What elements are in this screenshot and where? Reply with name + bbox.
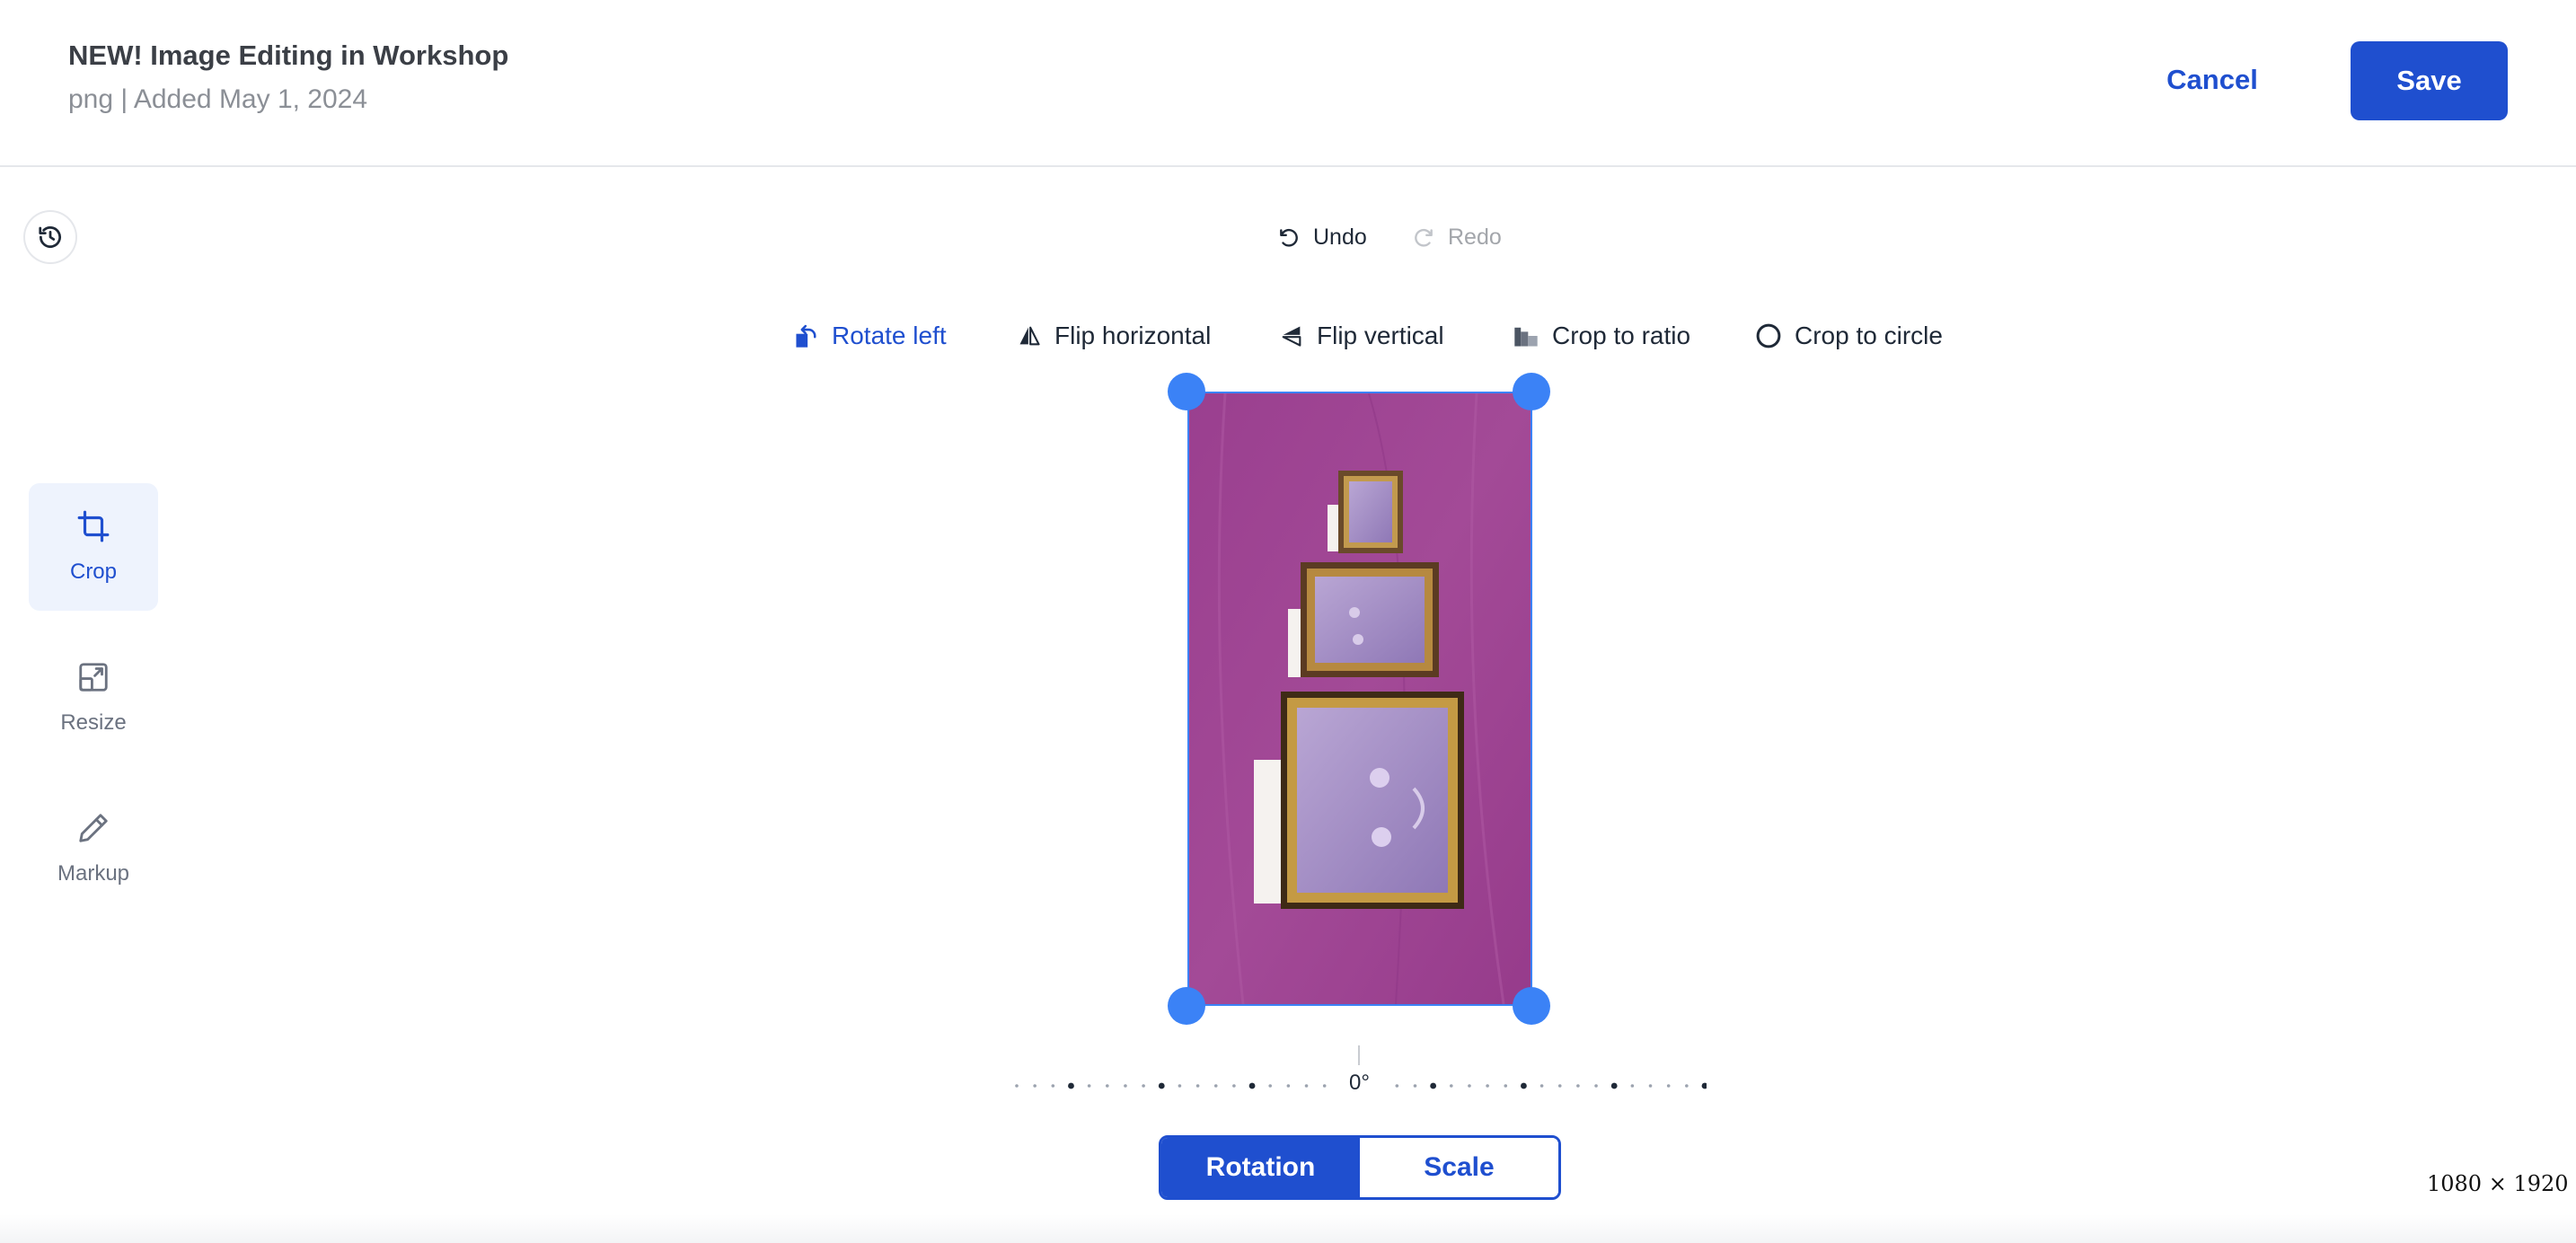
crop-handle-bottom-right[interactable] xyxy=(1513,987,1550,1025)
crop-handle-top-right[interactable] xyxy=(1513,373,1550,410)
sidebar-item-label: Markup xyxy=(57,861,130,886)
dial-dot xyxy=(1015,1084,1019,1088)
redo-icon xyxy=(1415,229,1433,247)
redo-button[interactable]: Redo xyxy=(1412,217,1502,257)
dial-dot xyxy=(1666,1084,1671,1088)
crop-to-ratio-button[interactable]: Crop to ratio xyxy=(1513,314,1690,357)
crop-to-circle-label: Crop to circle xyxy=(1795,322,1943,349)
dial-dot xyxy=(1322,1084,1327,1088)
page-title: NEW! Image Editing in Workshop xyxy=(68,40,509,71)
rotation-tab[interactable]: Rotation xyxy=(1161,1138,1360,1197)
dial-dot xyxy=(1105,1084,1109,1088)
file-meta: png | Added May 1, 2024 xyxy=(68,84,368,114)
dial-dot xyxy=(1395,1084,1399,1088)
redo-label: Redo xyxy=(1448,224,1502,250)
dial-dot xyxy=(1610,1082,1618,1089)
crop-ratio-icon xyxy=(1514,327,1538,347)
dial-dot xyxy=(1051,1084,1055,1088)
rotate-left-button[interactable]: Rotate left xyxy=(794,314,947,357)
dial-dot xyxy=(1068,1082,1074,1089)
resize-icon xyxy=(79,663,108,692)
dial-dot xyxy=(1158,1082,1165,1089)
undo-label: Undo xyxy=(1313,224,1367,250)
cancel-button[interactable]: Cancel xyxy=(2138,41,2287,119)
flip-horizontal-label: Flip horizontal xyxy=(1054,322,1212,349)
sidebar-item-label: Crop xyxy=(69,560,118,584)
dial-dot xyxy=(1195,1084,1200,1088)
history-button[interactable] xyxy=(25,212,75,262)
dial-dot xyxy=(1232,1084,1236,1088)
cat-frames-image xyxy=(1189,393,1531,1004)
dial-dot xyxy=(1413,1084,1417,1088)
flip-vertical-button[interactable]: Flip vertical xyxy=(1279,314,1444,357)
dial-dot xyxy=(1304,1084,1309,1088)
bottom-edge xyxy=(0,1214,2576,1243)
crop-handle-bottom-left[interactable] xyxy=(1168,987,1205,1025)
dial-dot xyxy=(1286,1084,1291,1088)
history-icon xyxy=(39,226,61,248)
transform-toolbar: Rotate left Flip horizontal Flip vertica… xyxy=(0,314,2576,357)
dial-dot xyxy=(1142,1084,1145,1088)
dial-dot xyxy=(1701,1082,1707,1089)
dial-dot xyxy=(1268,1084,1273,1088)
image-dimensions: 1080 × 1920 xyxy=(2427,1171,2569,1196)
dial-dot xyxy=(1449,1084,1453,1088)
pencil-icon xyxy=(79,814,108,842)
flip-vertical-icon xyxy=(1282,326,1301,347)
dial-dot xyxy=(1033,1084,1037,1088)
rotation-value: 0° xyxy=(1345,1071,1373,1096)
undo-icon xyxy=(1280,229,1298,247)
crop-to-circle-button[interactable]: Crop to circle xyxy=(1755,314,1943,357)
dial-dot xyxy=(1685,1084,1689,1088)
flip-horizontal-icon xyxy=(1019,326,1040,346)
dial-dot xyxy=(1124,1084,1127,1088)
dial-dot xyxy=(1521,1082,1527,1089)
crop-to-ratio-label: Crop to ratio xyxy=(1552,322,1691,349)
dial-dot xyxy=(1178,1084,1182,1088)
sidebar-item-crop[interactable]: Crop xyxy=(29,483,158,611)
crop-circle-icon xyxy=(1756,323,1781,348)
undo-button[interactable]: Undo xyxy=(1277,217,1367,257)
rotate-left-label: Rotate left xyxy=(832,322,947,349)
crop-handle-top-left[interactable] xyxy=(1168,373,1205,410)
mode-segmented-control: Rotation Scale xyxy=(1159,1135,1561,1200)
dial-dot xyxy=(1430,1082,1437,1089)
dial-dot xyxy=(1213,1084,1218,1088)
dial-dot xyxy=(1576,1084,1580,1088)
dial-center-marker xyxy=(1358,1045,1360,1065)
dial-dot xyxy=(1248,1082,1256,1089)
crop-icon xyxy=(77,510,110,542)
dial-dot xyxy=(1648,1084,1653,1088)
rotate-left-icon xyxy=(796,324,816,348)
dial-dot xyxy=(1504,1084,1508,1088)
flip-vertical-label: Flip vertical xyxy=(1317,322,1444,349)
dial-dot xyxy=(1630,1084,1635,1088)
dial-dot xyxy=(1486,1084,1489,1088)
sidebar-item-markup[interactable]: Markup xyxy=(29,785,158,912)
save-button[interactable]: Save xyxy=(2351,41,2508,120)
scale-tab[interactable]: Scale xyxy=(1360,1138,1558,1197)
dial-dot xyxy=(1557,1084,1562,1088)
sidebar-item-resize[interactable]: Resize xyxy=(29,634,158,762)
dial-dot xyxy=(1468,1084,1471,1088)
sidebar-item-label: Resize xyxy=(60,710,127,735)
image-canvas[interactable] xyxy=(1187,392,1532,1006)
dial-dot xyxy=(1594,1084,1598,1088)
header: NEW! Image Editing in Workshop png | Add… xyxy=(0,0,2576,167)
dial-dot xyxy=(1087,1084,1091,1088)
dial-dot xyxy=(1539,1084,1544,1088)
flip-horizontal-button[interactable]: Flip horizontal xyxy=(1017,314,1211,357)
